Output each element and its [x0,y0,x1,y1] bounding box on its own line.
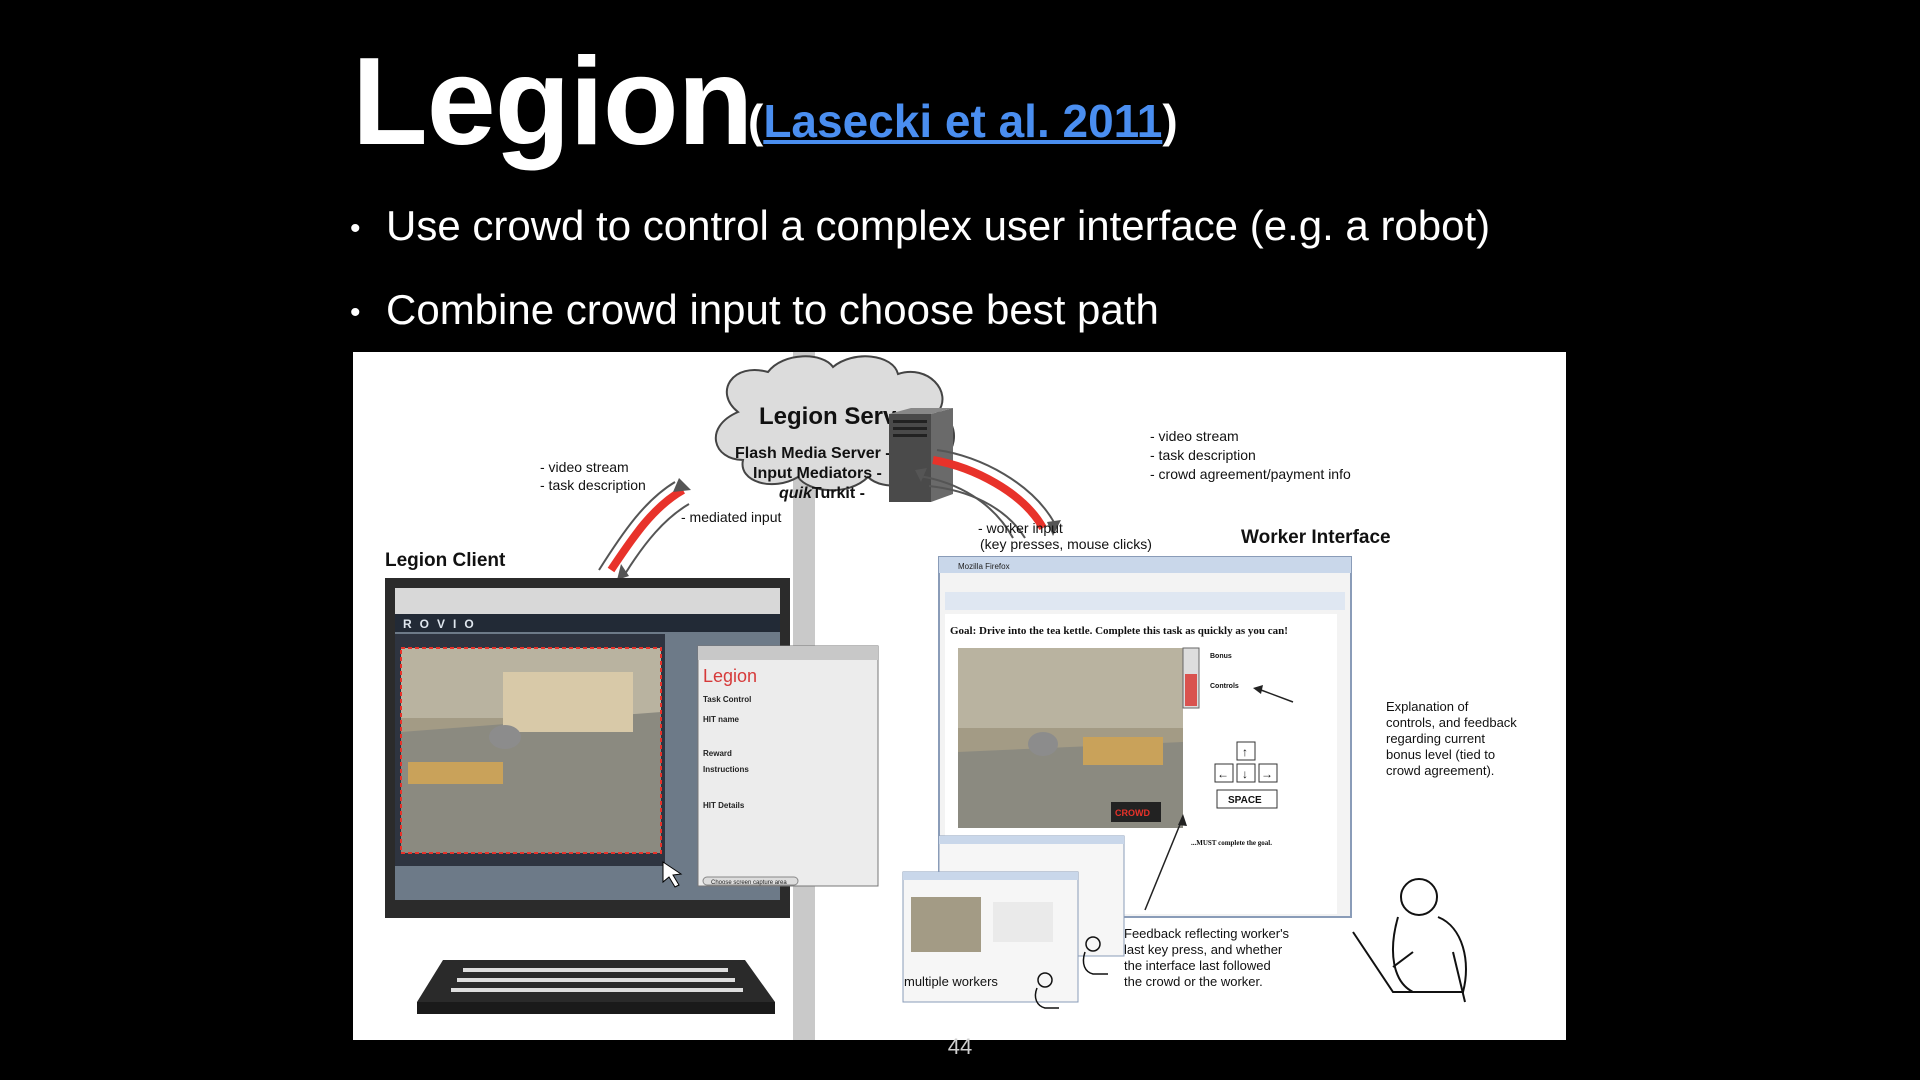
bullet-text: Combine crowd input to choose best path [386,286,1159,333]
goal-text: Goal: Drive into the tea kettle. Complet… [950,625,1288,637]
controls-label: Controls [1210,683,1239,690]
space-key-label: SPACE [1228,795,1262,806]
crowd-badge: CROWD [1115,808,1150,818]
right-label-key-presses: (key presses, mouse clicks) [980,536,1152,552]
right-arrow-icon: → [1261,767,1273,781]
slide-title: Legion [352,33,753,171]
left-label-mediated-input: - mediated input [681,509,782,525]
right-label-crowd-agreement: - crowd agreement/payment info [1150,466,1351,482]
right-label-video-stream: - video stream [1150,428,1239,444]
legion-architecture-figure: Legion Server Flash Media Server - Input… [353,352,1566,1040]
instructions-label: Instructions [703,765,749,774]
bullet-dot-icon: • [350,295,361,329]
worker-interface-label: Worker Interface [1241,527,1391,548]
legion-client-label: Legion Client [385,550,506,571]
server-line-1: Flash Media Server - [735,445,891,462]
reward-label: Reward [703,749,732,758]
right-label-worker-input: - worker input [978,520,1063,536]
left-label-video-stream: - video stream [540,459,629,475]
legion-panel-title: Legion [703,666,757,686]
down-arrow-icon: ↓ [1242,767,1248,781]
explanation-line-2: controls, and feedback [1386,715,1517,730]
must-complete-text: ...MUST complete the goal. [1191,839,1272,847]
citation-close-paren: ) [1162,95,1178,147]
browser-title: Mozilla Firefox [958,562,1010,571]
up-arrow-icon: ↑ [1242,745,1248,759]
bullet-item: • Use crowd to control a complex user int… [350,205,1490,247]
explanation-line-4: bonus level (tied to [1386,747,1495,762]
feedback-line-1: Feedback reflecting worker's [1124,926,1290,941]
worker-person-icon [1352,878,1467,1003]
bullet-item: • Combine crowd input to choose best path [350,289,1159,331]
explanation-line-3: regarding current [1386,731,1485,746]
server-line-3-italic: quik [779,485,813,502]
bonus-label: Bonus [1210,653,1232,660]
rovio-brand: ROVIO [403,617,482,631]
server-line-3: quikTurkit - [779,485,865,502]
server-line-3-rest: Turkit - [812,485,865,502]
left-label-task-description: - task description [540,477,646,493]
page-number: 44 [947,1034,973,1059]
feedback-line-3: the interface last followed [1124,958,1271,973]
client-server-arrows [598,478,691,580]
left-arrow-icon: ← [1217,767,1229,781]
bullet-dot-icon: • [350,211,361,245]
capture-area-button[interactable]: Choose screen capture area [711,880,787,886]
multiple-workers-label: multiple workers [904,974,998,989]
citation-link[interactable]: Lasecki et al. 2011 [763,95,1162,147]
right-label-task-description: - task description [1150,447,1256,463]
explanation-line-5: crowd agreement). [1386,763,1494,778]
hit-details-label: HIT Details [703,801,745,810]
task-control-label: Task Control [703,695,751,704]
server-line-2: Input Mediators - [753,465,882,482]
explanation-line-1: Explanation of [1386,699,1469,714]
feedback-line-2: last key press, and whether [1124,942,1283,957]
citation-open-paren: ( [748,95,764,147]
hit-name-label: HIT name [703,715,740,724]
citation: (Lasecki et al. 2011) [748,98,1178,144]
feedback-line-4: the crowd or the worker. [1124,974,1263,989]
bullet-text: Use crowd to control a complex user inte… [386,202,1491,249]
